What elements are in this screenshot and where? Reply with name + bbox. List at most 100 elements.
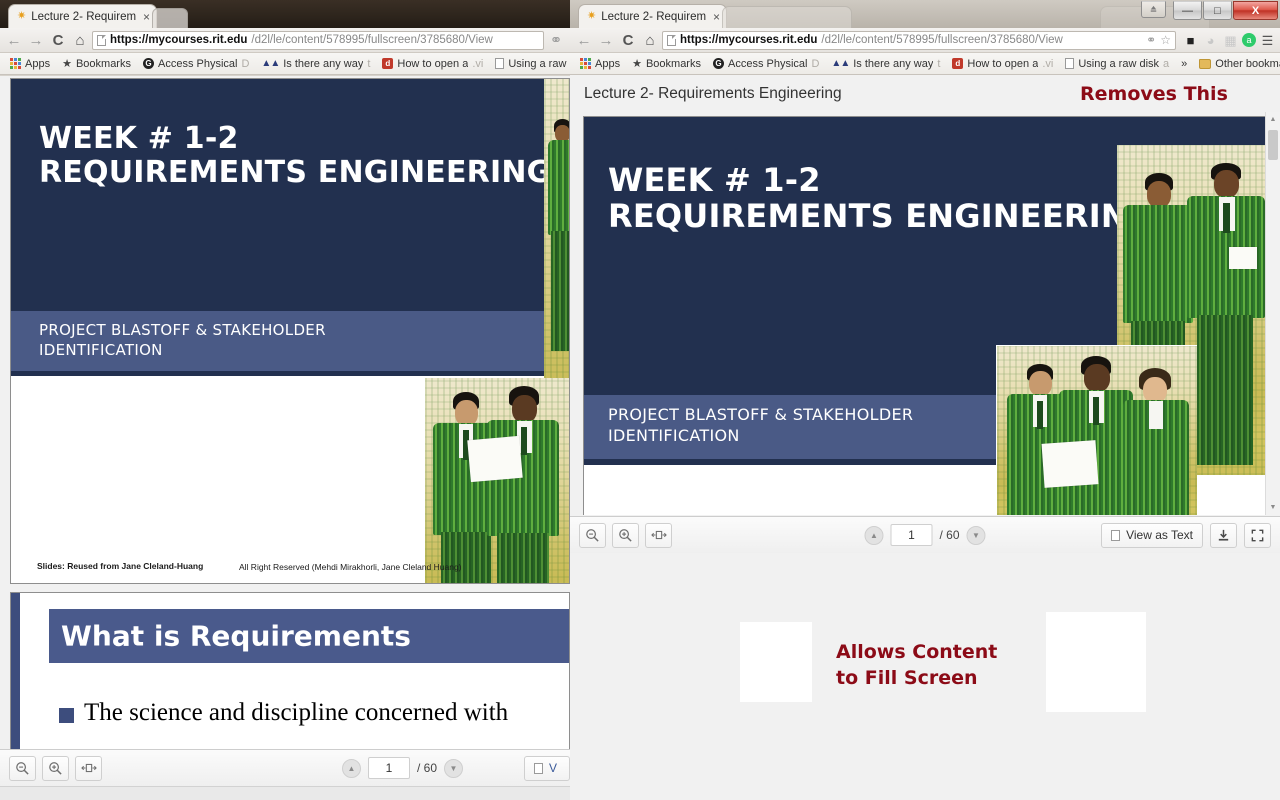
address-bar-right[interactable]: https://mycourses.rit.edu/d2l/le/content… — [662, 30, 1176, 50]
close-button[interactable]: X — [1233, 1, 1278, 20]
annotation-line-1: Allows Content — [836, 641, 998, 663]
monogram-icon: ▲▲ — [261, 58, 280, 69]
circle-g-icon: G — [142, 58, 154, 69]
pdf-scrollbar-right[interactable]: ▲ ▼ — [1265, 112, 1280, 515]
bookmark-how-to-open[interactable]: d How to open a .vi — [946, 58, 1059, 70]
fit-width-icon[interactable] — [645, 522, 672, 548]
home-icon[interactable]: ⌂ — [70, 33, 90, 48]
slide2-bullet-text: The science and discipline concerned wit… — [84, 699, 509, 726]
zoom-out-icon[interactable] — [9, 755, 36, 781]
scroll-up-arrow[interactable]: ▲ — [1266, 112, 1280, 127]
zoom-in-icon[interactable] — [612, 522, 639, 548]
extension-icons: ■ ◕ ▦ a ☰ — [1178, 33, 1276, 47]
bookmark-label: Other bookmarks — [1215, 57, 1280, 70]
bookmark-bookmarks[interactable]: ★ Bookmarks — [56, 57, 137, 71]
page-number-input[interactable]: 1 — [890, 524, 933, 546]
fit-width-icon[interactable] — [75, 755, 102, 781]
pin-button[interactable] — [1141, 1, 1166, 18]
star-icon: ★ — [632, 58, 642, 70]
bookmark-label-trail: .vi — [1042, 57, 1054, 70]
view-as-text-button[interactable]: V — [524, 755, 570, 781]
back-icon[interactable]: ← — [574, 33, 594, 48]
slide-photo-group — [996, 345, 1197, 515]
overflow-icon: » — [1181, 57, 1188, 70]
download-icon[interactable] — [1210, 522, 1237, 548]
bookmark-label-trail: a — [1163, 57, 1170, 70]
zoom-out-icon[interactable] — [579, 522, 606, 548]
bookmark-how-to-open[interactable]: d How to open a .vi — [376, 58, 489, 70]
minimize-button[interactable]: — — [1173, 1, 1202, 20]
chart-icon[interactable]: ▦ — [1222, 34, 1239, 47]
close-icon[interactable]: × — [143, 10, 150, 24]
page-total-label: / 60 — [417, 761, 438, 775]
slide-title-line-2: REQUIREMENTS ENGINEERING — [39, 155, 552, 191]
bookmark-is-there-any-way[interactable]: ▲▲ Is there any way t — [825, 58, 946, 70]
address-bar-left[interactable]: https://mycourses.rit.edu/d2l/le/content… — [92, 30, 544, 50]
star-icon: ✷ — [587, 10, 597, 22]
reload-icon[interactable]: C — [618, 33, 638, 48]
url-host: https://mycourses.rit.edu — [680, 34, 818, 46]
background-tab-ghost[interactable] — [722, 6, 852, 28]
bookmark-label: How to open a — [397, 57, 469, 70]
scroll-down-arrow[interactable]: ▼ — [1266, 500, 1280, 515]
slide-photo-group — [424, 378, 569, 583]
bookmark-bookmarks[interactable]: ★ Bookmarks — [626, 57, 707, 71]
close-icon[interactable]: × — [713, 10, 720, 24]
home-icon[interactable]: ⌂ — [640, 33, 660, 48]
browser-tab-left[interactable]: ✷ Lecture 2- Requirem × — [8, 4, 158, 28]
bookmark-using-a-raw-disk[interactable]: Using a raw disk — [489, 58, 570, 70]
pdf-toolbar-left: ▲ 1 / 60 ▼ V — [0, 749, 570, 786]
previous-page-button[interactable]: ▲ — [864, 525, 884, 545]
black-square-icon[interactable]: ■ — [1182, 34, 1199, 47]
annotation-line-2: to Fill Screen — [836, 666, 978, 689]
bookmarks-overflow-button[interactable]: » — [1175, 58, 1193, 70]
bookmark-label: Is there any way — [283, 57, 364, 70]
bookmark-label: Access Physical — [727, 57, 808, 70]
bookmark-label: Is there any way — [853, 57, 934, 70]
shield-icon[interactable]: ⚭ — [546, 33, 566, 48]
pdf-page-1-left: WEEK # 1-2 REQUIREMENTS ENGINEERING PROJ… — [10, 78, 570, 584]
document-title: Lecture 2- Requirements Engineering — [584, 85, 842, 102]
bookmark-other-bookmarks[interactable]: Other bookmarks — [1193, 58, 1280, 70]
bookmark-access-physical[interactable]: G Access Physical D — [707, 58, 825, 70]
fullscreen-icon[interactable] — [1244, 522, 1271, 548]
bookmarks-bar-right: Apps ★ Bookmarks G Access Physical D ▲▲ … — [570, 53, 1280, 75]
page-number-input[interactable]: 1 — [368, 757, 410, 779]
annotation-white-box-left — [740, 622, 812, 702]
bookmark-access-physical[interactable]: G Access Physical D — [137, 58, 255, 70]
bookmark-label-trail: .vi — [472, 57, 484, 70]
reload-icon[interactable]: C — [48, 33, 68, 48]
tab-title: Lecture 2- Requirem — [601, 10, 707, 23]
view-as-text-button[interactable]: View as Text — [1101, 522, 1203, 548]
bookmark-apps[interactable]: Apps — [574, 58, 626, 70]
url-host: https://mycourses.rit.edu — [110, 34, 248, 46]
next-page-button[interactable]: ▼ — [444, 758, 464, 778]
folder-icon — [1199, 58, 1212, 69]
bookmark-using-a-raw-disk[interactable]: Using a raw disk a — [1059, 58, 1175, 70]
next-page-button[interactable]: ▼ — [966, 525, 986, 545]
view-as-text-label: View as Text — [1126, 528, 1193, 542]
forward-icon[interactable]: → — [596, 33, 616, 48]
chrome-menu-icon[interactable]: ☰ — [1259, 34, 1276, 47]
scrollbar-thumb[interactable] — [1268, 130, 1278, 160]
bookmark-is-there-any-way[interactable]: ▲▲ Is there any way t — [255, 58, 376, 70]
browser-tab-right[interactable]: ✷ Lecture 2- Requirem × — [578, 4, 728, 28]
bookmarks-bar-left: Apps ★ Bookmarks G Access Physical D ▲▲ … — [0, 53, 570, 75]
circle-g-icon: G — [712, 58, 724, 69]
shield-icon[interactable]: ⚭ — [1146, 33, 1156, 47]
green-circle-icon[interactable]: a — [1242, 33, 1256, 47]
new-tab-button[interactable] — [152, 8, 188, 28]
document-icon — [1065, 58, 1075, 69]
bookmark-apps[interactable]: Apps — [4, 58, 56, 70]
star-outline-icon[interactable]: ☆ — [1160, 33, 1171, 47]
previous-page-button[interactable]: ▲ — [342, 758, 361, 778]
slide-navy-block — [11, 79, 569, 311]
zoom-in-icon[interactable] — [42, 755, 69, 781]
document-icon — [1111, 529, 1121, 541]
ghost-icon[interactable]: ◕ — [1202, 34, 1219, 47]
forward-icon[interactable]: → — [26, 33, 46, 48]
back-icon[interactable]: ← — [4, 33, 24, 48]
slide2-title: What is Requirements — [61, 619, 411, 653]
maximize-button[interactable]: □ — [1203, 1, 1232, 20]
url-path: /d2l/le/content/578995/fullscreen/378568… — [251, 34, 493, 46]
